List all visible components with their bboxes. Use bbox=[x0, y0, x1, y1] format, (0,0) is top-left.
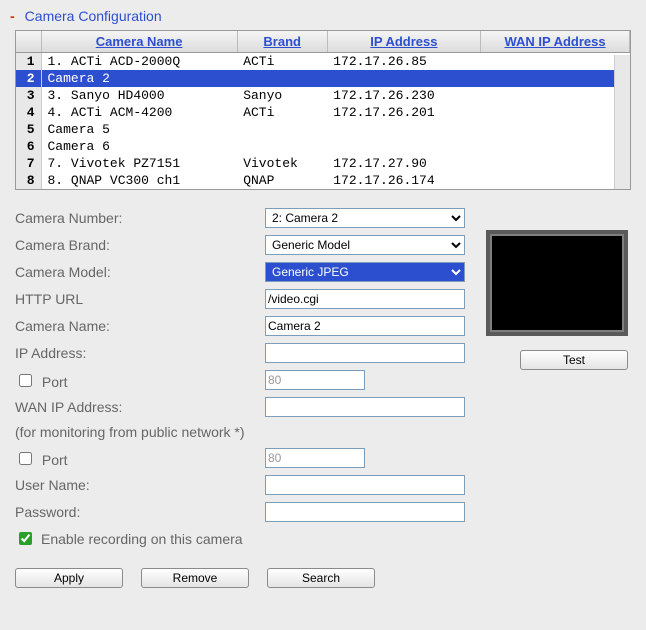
http-url-input[interactable] bbox=[265, 289, 465, 309]
test-button[interactable]: Test bbox=[520, 350, 628, 370]
col-camera-name[interactable]: Camera Name bbox=[41, 31, 237, 53]
col-ip[interactable]: IP Address bbox=[327, 31, 480, 53]
table-row[interactable]: 77. Vivotek PZ7151Vivotek172.17.27.90 bbox=[16, 155, 630, 172]
table-scrollbar[interactable] bbox=[614, 55, 630, 189]
port1-input[interactable] bbox=[265, 370, 365, 390]
label-ip-address: IP Address: bbox=[15, 345, 265, 361]
panel-title: Camera Configuration bbox=[25, 8, 162, 24]
apply-button[interactable]: Apply bbox=[15, 568, 123, 588]
table-row[interactable]: 88. QNAP VC300 ch1QNAP172.17.26.174 bbox=[16, 172, 630, 189]
camera-model-select[interactable]: Generic JPEG bbox=[265, 262, 465, 282]
wan-note: (for monitoring from public network *) bbox=[15, 424, 631, 440]
panel-header: - Camera Configuration bbox=[0, 0, 646, 30]
col-brand[interactable]: Brand bbox=[237, 31, 327, 53]
camera-brand-select[interactable]: Generic Model bbox=[265, 235, 465, 255]
label-enable-recording: Enable recording on this camera bbox=[41, 531, 243, 547]
collapse-icon[interactable]: - bbox=[10, 8, 15, 24]
search-button[interactable]: Search bbox=[267, 568, 375, 588]
user-name-input[interactable] bbox=[265, 475, 465, 495]
enable-recording-checkbox[interactable] bbox=[19, 532, 32, 545]
wan-ip-input[interactable] bbox=[265, 397, 465, 417]
camera-preview bbox=[486, 230, 628, 336]
table-row[interactable]: 44. ACTi ACM-4200ACTi172.17.26.201 bbox=[16, 104, 630, 121]
label-port2: Port bbox=[15, 449, 265, 468]
camera-name-input[interactable] bbox=[265, 316, 465, 336]
camera-table-container: Camera Name Brand IP Address WAN IP Addr… bbox=[15, 30, 631, 190]
button-row: Apply Remove Search bbox=[0, 562, 646, 594]
label-password: Password: bbox=[15, 504, 265, 520]
label-wan-ip: WAN IP Address: bbox=[15, 399, 265, 415]
ip-address-input[interactable] bbox=[265, 343, 465, 363]
label-user-name: User Name: bbox=[15, 477, 265, 493]
label-camera-number: Camera Number: bbox=[15, 210, 265, 226]
table-row[interactable]: 6Camera 6 bbox=[16, 138, 630, 155]
camera-table[interactable]: Camera Name Brand IP Address WAN IP Addr… bbox=[16, 31, 630, 189]
port2-input[interactable] bbox=[265, 448, 365, 468]
label-camera-brand: Camera Brand: bbox=[15, 237, 265, 253]
col-wan[interactable]: WAN IP Address bbox=[481, 31, 630, 53]
table-row[interactable]: 11. ACTi ACD-2000QACTi172.17.26.85 bbox=[16, 53, 630, 71]
remove-button[interactable]: Remove bbox=[141, 568, 249, 588]
port1-checkbox[interactable] bbox=[19, 374, 32, 387]
table-row[interactable]: 2Camera 2 bbox=[16, 70, 630, 87]
table-row[interactable]: 5Camera 5 bbox=[16, 121, 630, 138]
camera-number-select[interactable]: 2: Camera 2 bbox=[265, 208, 465, 228]
label-port1: Port bbox=[15, 371, 265, 390]
label-http-url: HTTP URL bbox=[15, 291, 265, 307]
form-area: Test Camera Number: 2: Camera 2 Camera B… bbox=[0, 190, 646, 562]
label-camera-model: Camera Model: bbox=[15, 264, 265, 280]
port2-checkbox[interactable] bbox=[19, 452, 32, 465]
label-camera-name: Camera Name: bbox=[15, 318, 265, 334]
table-row[interactable]: 33. Sanyo HD4000Sanyo172.17.26.230 bbox=[16, 87, 630, 104]
password-input[interactable] bbox=[265, 502, 465, 522]
col-index[interactable] bbox=[16, 31, 41, 53]
